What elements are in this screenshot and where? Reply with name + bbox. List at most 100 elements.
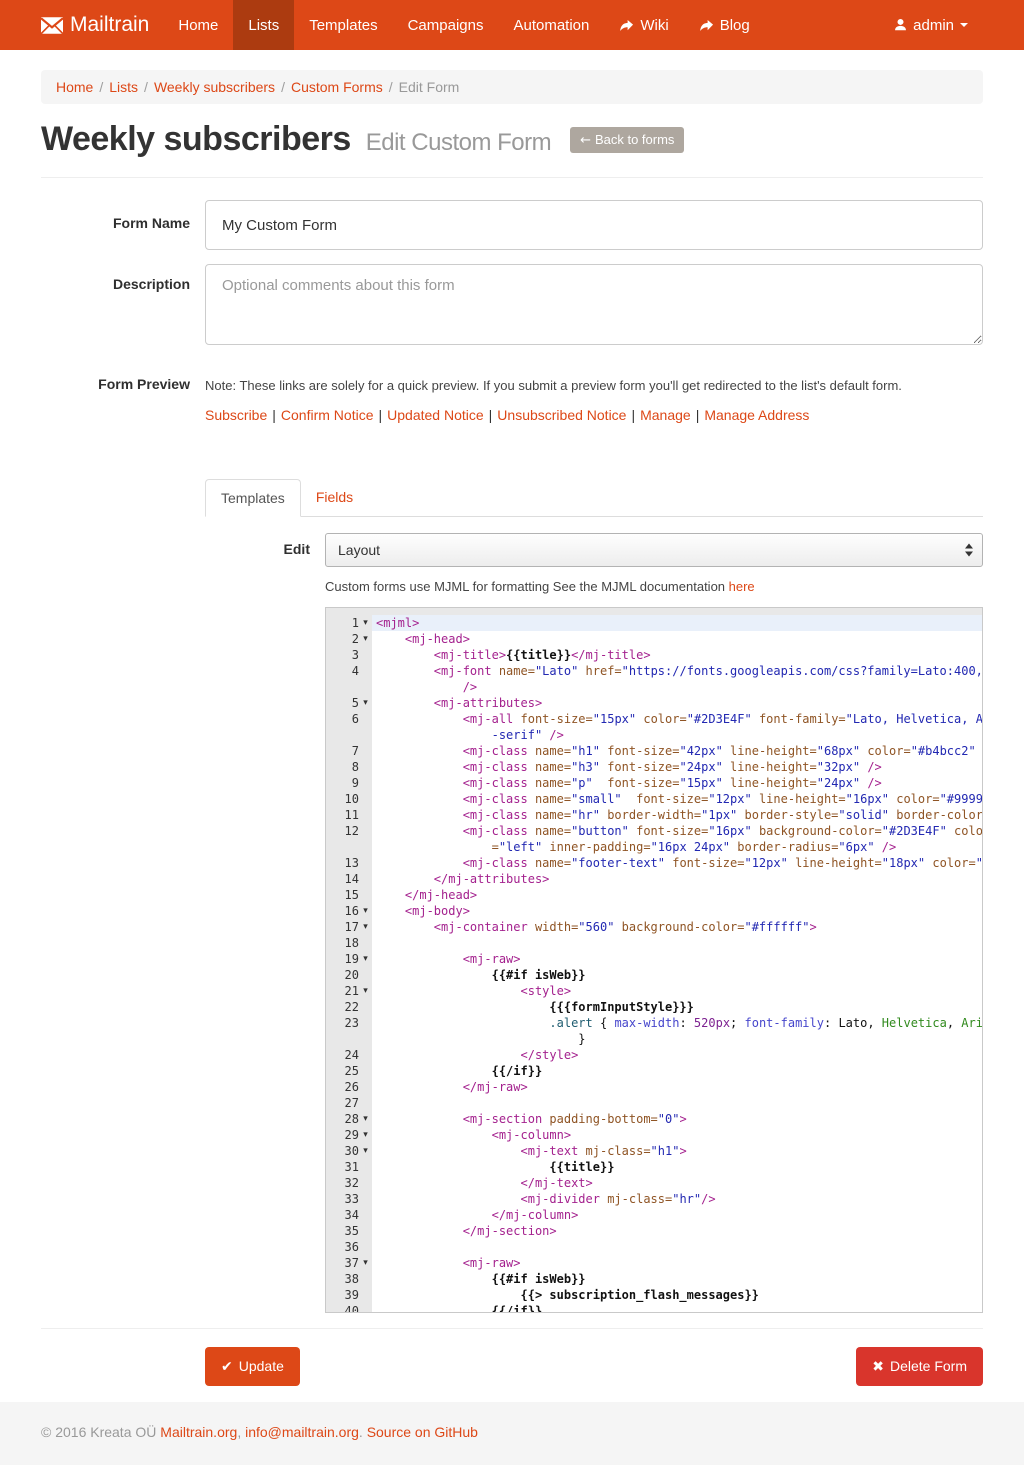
- editor-gutter: 14: [326, 871, 372, 887]
- description-textarea[interactable]: [205, 264, 983, 345]
- fold-spacer: [359, 823, 372, 839]
- nav-item-blog[interactable]: Blog: [684, 0, 765, 50]
- form-name-label: Form Name: [41, 200, 205, 250]
- template-select[interactable]: Layout: [325, 533, 983, 567]
- editor-line: 37▾ <mj-raw>: [326, 1255, 982, 1271]
- brand-name: Mailtrain: [70, 13, 149, 37]
- breadcrumb-link[interactable]: Home: [56, 79, 93, 95]
- fold-arrow-icon[interactable]: ▾: [359, 1111, 372, 1127]
- fold-spacer: [359, 775, 372, 791]
- tab-fields[interactable]: Fields: [301, 479, 368, 517]
- line-number: 9: [326, 775, 359, 791]
- back-to-forms-button[interactable]: ←Back to forms: [570, 127, 684, 153]
- fold-spacer: [359, 1159, 372, 1175]
- fold-arrow-icon[interactable]: ▾: [359, 1255, 372, 1271]
- nav-item-automation[interactable]: Automation: [498, 0, 604, 50]
- fold-arrow-icon[interactable]: ▾: [359, 631, 372, 647]
- code-text: {{/if}}: [372, 1303, 982, 1313]
- editor-gutter: 35: [326, 1223, 372, 1239]
- editor-gutter: 23: [326, 1015, 372, 1031]
- form-name-input[interactable]: [205, 200, 983, 250]
- line-number: 35: [326, 1223, 359, 1239]
- tab-templates[interactable]: Templates: [205, 479, 301, 517]
- editor-line: 40 {{/if}}: [326, 1303, 982, 1313]
- editor-gutter: 6: [326, 711, 372, 727]
- fold-arrow-icon[interactable]: ▾: [359, 1143, 372, 1159]
- user-menu[interactable]: admin: [878, 0, 983, 50]
- editor-line: />: [326, 679, 982, 695]
- breadcrumb-link[interactable]: Custom Forms: [291, 79, 383, 95]
- fold-arrow-icon[interactable]: ▾: [359, 951, 372, 967]
- fold-arrow-icon[interactable]: ▾: [359, 615, 372, 631]
- fold-arrow-icon[interactable]: ▾: [359, 1127, 372, 1143]
- fold-arrow-icon[interactable]: ▾: [359, 919, 372, 935]
- fold-spacer: [359, 759, 372, 775]
- link-separator: |: [484, 407, 498, 423]
- editor-gutter: 32: [326, 1175, 372, 1191]
- breadcrumb: Home/Lists/Weekly subscribers/Custom For…: [41, 70, 983, 104]
- line-number: 21: [326, 983, 359, 999]
- line-number: 27: [326, 1095, 359, 1111]
- editor-line: 26 </mj-raw>: [326, 1079, 982, 1095]
- fold-arrow-icon[interactable]: ▾: [359, 695, 372, 711]
- preview-link-unsubscribed-notice[interactable]: Unsubscribed Notice: [497, 407, 626, 423]
- editor-gutter: 19▾: [326, 951, 372, 967]
- code-text: [372, 935, 982, 951]
- editor-line: 5▾ <mj-attributes>: [326, 695, 982, 711]
- code-text: ="left" inner-padding="16px 24px" border…: [372, 839, 982, 855]
- fold-arrow-icon[interactable]: ▾: [359, 983, 372, 999]
- delete-form-button[interactable]: ✖Delete Form: [856, 1347, 983, 1386]
- breadcrumb-current: Edit Form: [399, 79, 460, 95]
- editor-line: 38 {{#if isWeb}}: [326, 1271, 982, 1287]
- form-preview-label: Form Preview: [41, 376, 205, 1313]
- breadcrumb-link[interactable]: Weekly subscribers: [154, 79, 275, 95]
- mjml-docs-link[interactable]: here: [729, 579, 755, 594]
- editor-gutter: 40: [326, 1303, 372, 1313]
- fold-spacer: [359, 1047, 372, 1063]
- editor-gutter: 1▾: [326, 615, 372, 631]
- editor-line: 17▾ <mj-container width="560" background…: [326, 919, 982, 935]
- fold-spacer: [359, 1271, 372, 1287]
- code-text: <mj-attributes>: [372, 695, 982, 711]
- share-icon: [699, 19, 714, 32]
- preview-link-manage-address[interactable]: Manage Address: [704, 407, 809, 423]
- editor-line: 11 <mj-class name="hr" border-width="1px…: [326, 807, 982, 823]
- editor-gutter: 4: [326, 663, 372, 679]
- nav-item-templates[interactable]: Templates: [294, 0, 392, 50]
- update-button[interactable]: ✔Update: [205, 1347, 300, 1386]
- breadcrumb-separator: /: [275, 79, 291, 95]
- preview-link-subscribe[interactable]: Subscribe: [205, 407, 267, 423]
- footer-link-info-mailtrain-org[interactable]: info@mailtrain.org: [245, 1424, 359, 1440]
- line-number: 40: [326, 1303, 359, 1313]
- code-text: {{#if isWeb}}: [372, 1271, 982, 1287]
- code-text: <mj-raw>: [372, 1255, 982, 1271]
- editor-gutter: 11: [326, 807, 372, 823]
- editor-line: 18: [326, 935, 982, 951]
- line-number: 3: [326, 647, 359, 663]
- preview-link-updated-notice[interactable]: Updated Notice: [387, 407, 484, 423]
- nav-item-wiki[interactable]: Wiki: [604, 0, 683, 50]
- mjml-code-editor[interactable]: 1▾<mjml>2▾ <mj-head>3 <mj-title>{{title}…: [325, 607, 983, 1313]
- editor-line: 15 </mj-head>: [326, 887, 982, 903]
- footer: © 2016 Kreata OÜ Mailtrain.org, info@mai…: [0, 1402, 1024, 1465]
- code-text: <mj-class name="h1" font-size="42px" lin…: [372, 743, 983, 759]
- fold-spacer: [359, 727, 372, 743]
- line-number: [326, 679, 359, 695]
- preview-note: Note: These links are solely for a quick…: [205, 378, 983, 393]
- preview-link-confirm-notice[interactable]: Confirm Notice: [281, 407, 374, 423]
- breadcrumb-link[interactable]: Lists: [109, 79, 138, 95]
- nav-item-lists[interactable]: Lists: [233, 0, 294, 50]
- nav-item-campaigns[interactable]: Campaigns: [393, 0, 499, 50]
- title-divider: [41, 177, 983, 178]
- footer-link-source-on-github[interactable]: Source on GitHub: [367, 1424, 478, 1440]
- line-number: 2: [326, 631, 359, 647]
- fold-spacer: [359, 839, 372, 855]
- fold-spacer: [359, 1031, 372, 1047]
- fold-arrow-icon[interactable]: ▾: [359, 903, 372, 919]
- nav-item-home[interactable]: Home: [163, 0, 233, 50]
- brand-logo[interactable]: Mailtrain: [41, 0, 163, 50]
- footer-link-mailtrain-org[interactable]: Mailtrain.org: [160, 1424, 237, 1440]
- editor-gutter: 27: [326, 1095, 372, 1111]
- preview-link-manage[interactable]: Manage: [640, 407, 691, 423]
- editor-line: 2▾ <mj-head>: [326, 631, 982, 647]
